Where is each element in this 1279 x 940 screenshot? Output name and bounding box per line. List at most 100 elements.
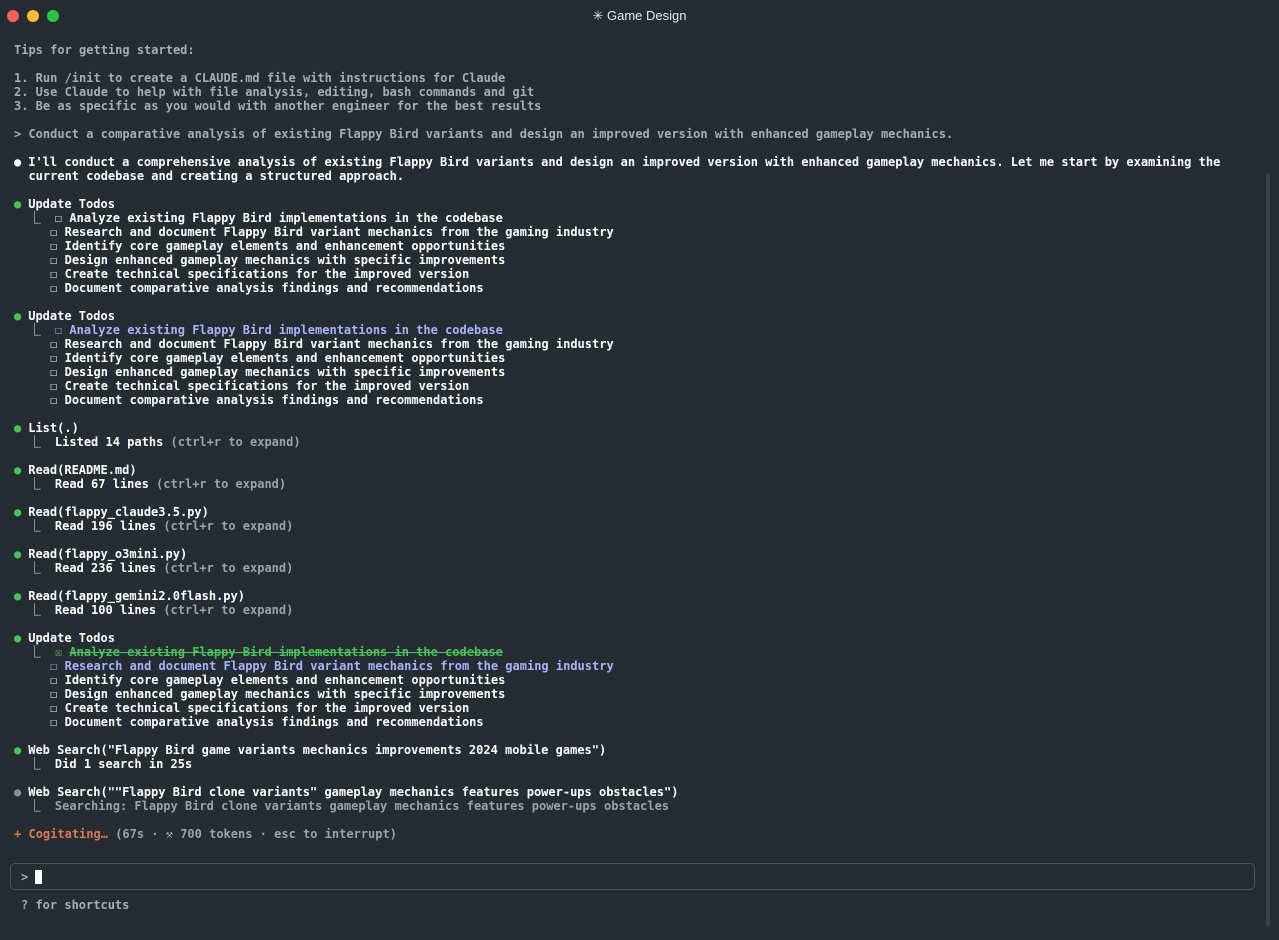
prompt-input[interactable]: > bbox=[10, 863, 1255, 890]
checkbox-icon: ☐ bbox=[50, 393, 58, 407]
todo-item: ☐ Create technical specifications for th… bbox=[14, 267, 1264, 281]
bullet-icon: ● bbox=[14, 155, 22, 169]
success-dot-icon: ● bbox=[14, 309, 22, 323]
todo-item: ☐ Identify core gameplay elements and en… bbox=[14, 239, 1264, 253]
tool-name: List(.) bbox=[28, 421, 79, 435]
tool-call: ● Update Todos bbox=[14, 197, 1264, 211]
todo-item: ☐ Design enhanced gameplay mechanics wit… bbox=[14, 253, 1264, 267]
scrollbar[interactable] bbox=[1266, 174, 1270, 926]
pending-dot-icon: ● bbox=[14, 785, 22, 799]
tool-result-text: Listed 14 paths bbox=[54, 435, 164, 449]
terminal-transcript: Tips for getting started: 1. Run /init t… bbox=[14, 43, 1264, 841]
tree-corner-icon: ⎿ bbox=[28, 561, 41, 575]
tool-call: ● List(.) bbox=[14, 421, 1264, 435]
checkbox-icon: ☐ bbox=[50, 673, 58, 687]
tool-result-text: Read 67 lines bbox=[54, 477, 149, 491]
todo-item: ☐ Document comparative analysis findings… bbox=[14, 393, 1264, 407]
tool-result: ⎿ Listed 14 paths (ctrl+r to expand) bbox=[14, 435, 1264, 449]
title-bar: ✳ Game Design bbox=[0, 0, 1279, 32]
todo-label: Identify core gameplay elements and enha… bbox=[64, 351, 506, 365]
tool-call: ● Read(flappy_gemini2.0flash.py) bbox=[14, 589, 1264, 603]
todo-label: Research and document Flappy Bird varian… bbox=[64, 659, 614, 673]
checkbox-icon: ☐ bbox=[50, 337, 58, 351]
tool-result: ⎿ Read 67 lines (ctrl+r to expand) bbox=[14, 477, 1264, 491]
user-prompt: > Conduct a comparative analysis of exis… bbox=[14, 127, 954, 141]
assistant-message-line: current codebase and creating a structur… bbox=[28, 169, 405, 183]
tool-name: Web Search("Flappy Bird game variants me… bbox=[28, 743, 607, 757]
tool-name: Read(README.md) bbox=[28, 463, 137, 477]
tool-result: ⎿ Did 1 search in 25s bbox=[14, 757, 1264, 771]
tool-call: ● Web Search(""Flappy Bird clone variant… bbox=[14, 785, 1264, 799]
checkbox-icon: ☐ bbox=[50, 351, 58, 365]
assistant-message-line: I'll conduct a comprehensive analysis of… bbox=[28, 155, 1221, 169]
todo-item-active: ☐ Research and document Flappy Bird vari… bbox=[14, 659, 1264, 673]
checkbox-icon: ☐ bbox=[50, 239, 58, 253]
tree-corner-icon: ⎿ bbox=[28, 603, 41, 617]
tool-name: Web Search(""Flappy Bird clone variants"… bbox=[28, 785, 679, 799]
success-dot-icon: ● bbox=[14, 197, 22, 211]
tips-heading: Tips for getting started: bbox=[14, 43, 195, 57]
tool-result-text: Searching: Flappy Bird clone variants ga… bbox=[54, 799, 670, 813]
todo-item-active: ⎿ ☐ Analyze existing Flappy Bird impleme… bbox=[14, 323, 1264, 337]
window-title: ✳ Game Design bbox=[592, 8, 687, 23]
tool-result: ⎿ Read 100 lines (ctrl+r to expand) bbox=[14, 603, 1264, 617]
tree-corner-icon: ⎿ bbox=[28, 645, 41, 659]
prompt-caret: > bbox=[21, 870, 29, 884]
todo-label: Design enhanced gameplay mechanics with … bbox=[64, 253, 506, 267]
todo-label: Analyze existing Flappy Bird implementat… bbox=[69, 211, 503, 225]
checkbox-icon: ☐ bbox=[50, 365, 58, 379]
checkbox-icon: ☐ bbox=[50, 267, 58, 281]
todo-label: Document comparative analysis findings a… bbox=[64, 281, 484, 295]
success-dot-icon: ● bbox=[14, 505, 22, 519]
checkbox-icon: ☐ bbox=[50, 225, 58, 239]
expand-hint: (ctrl+r to expand) bbox=[156, 477, 287, 491]
todo-label: Design enhanced gameplay mechanics with … bbox=[64, 365, 506, 379]
todo-item: ☐ Research and document Flappy Bird vari… bbox=[14, 225, 1264, 239]
checkbox-icon: ☐ bbox=[54, 323, 63, 337]
todo-item: ☐ Research and document Flappy Bird vari… bbox=[14, 337, 1264, 351]
shortcuts-hint: ? for shortcuts bbox=[21, 898, 130, 912]
tool-result: ⎿ Read 196 lines (ctrl+r to expand) bbox=[14, 519, 1264, 533]
tool-call: ● Read(flappy_o3mini.py) bbox=[14, 547, 1264, 561]
todo-label: Research and document Flappy Bird varian… bbox=[64, 337, 614, 351]
todo-item: ☐ Identify core gameplay elements and en… bbox=[14, 673, 1264, 687]
tool-result-text: Read 236 lines bbox=[54, 561, 157, 575]
status-detail: (67s · ⚒ 700 tokens · esc to interrupt) bbox=[115, 827, 397, 841]
checkbox-icon: ☐ bbox=[50, 253, 58, 267]
todo-item-done: ⎿ ☒ Analyze existing Flappy Bird impleme… bbox=[14, 645, 1264, 659]
todo-item: ☐ Identify core gameplay elements and en… bbox=[14, 351, 1264, 365]
checkbox-icon: ☐ bbox=[50, 379, 58, 393]
todo-label: Identify core gameplay elements and enha… bbox=[64, 239, 506, 253]
todo-label: Document comparative analysis findings a… bbox=[64, 393, 484, 407]
text-cursor bbox=[35, 870, 42, 884]
tool-name: Read(flappy_o3mini.py) bbox=[28, 547, 188, 561]
tree-corner-icon: ⎿ bbox=[28, 799, 41, 813]
tool-call: ● Update Todos bbox=[14, 309, 1264, 323]
checkbox-icon: ☐ bbox=[50, 701, 58, 715]
tool-name: Read(flappy_gemini2.0flash.py) bbox=[28, 589, 245, 603]
spinner-icon: + bbox=[14, 827, 22, 841]
checkbox-icon: ☐ bbox=[50, 659, 58, 673]
todo-item: ☐ Document comparative analysis findings… bbox=[14, 715, 1264, 729]
todo-label: Analyze existing Flappy Bird implementat… bbox=[69, 645, 503, 659]
todo-item: ☐ Design enhanced gameplay mechanics wit… bbox=[14, 365, 1264, 379]
success-dot-icon: ● bbox=[14, 421, 22, 435]
tip-item: 1. Run /init to create a CLAUDE.md file … bbox=[14, 71, 506, 85]
tree-corner-icon: ⎿ bbox=[28, 211, 41, 225]
todo-label: Create technical specifications for the … bbox=[64, 267, 470, 281]
success-dot-icon: ● bbox=[14, 547, 22, 561]
tool-result-text: Did 1 search in 25s bbox=[54, 757, 193, 771]
todo-item: ☐ Create technical specifications for th… bbox=[14, 379, 1264, 393]
todo-item: ☐ Design enhanced gameplay mechanics wit… bbox=[14, 687, 1264, 701]
assistant-message: ● I'll conduct a comprehensive analysis … bbox=[14, 155, 1264, 169]
tree-corner-icon: ⎿ bbox=[28, 435, 41, 449]
status-line: + Cogitating… (67s · ⚒ 700 tokens · esc … bbox=[14, 827, 1264, 841]
success-dot-icon: ● bbox=[14, 631, 22, 645]
status-label: Cogitating… bbox=[28, 827, 108, 841]
todo-label: Create technical specifications for the … bbox=[64, 379, 470, 393]
expand-hint: (ctrl+r to expand) bbox=[163, 561, 294, 575]
todo-item: ⎿ ☐ Analyze existing Flappy Bird impleme… bbox=[14, 211, 1264, 225]
checkbox-icon: ☐ bbox=[54, 211, 63, 225]
todo-label: Research and document Flappy Bird varian… bbox=[64, 225, 614, 239]
success-dot-icon: ● bbox=[14, 589, 22, 603]
